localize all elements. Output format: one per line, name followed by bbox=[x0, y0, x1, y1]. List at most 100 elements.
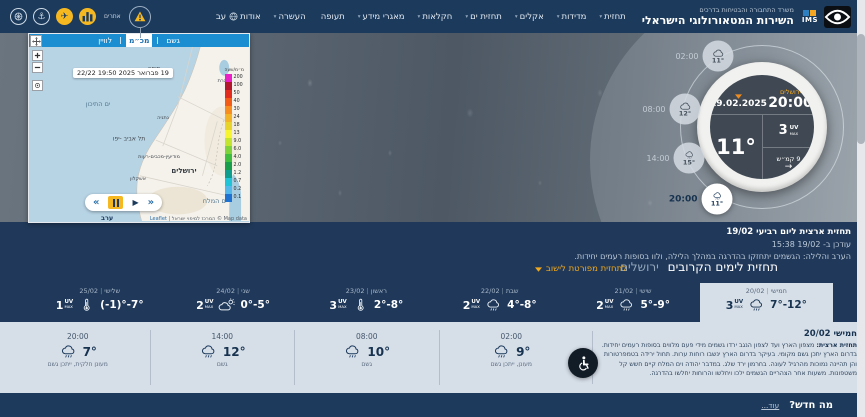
weather-icon bbox=[485, 298, 502, 312]
rain-cloud-icon bbox=[199, 344, 218, 359]
uv-value: 3 bbox=[779, 123, 788, 138]
radar-map-panel: גשם מכ״מ לוויין חיפה כנרת bbox=[28, 33, 250, 223]
leaflet-link[interactable]: Leaflet bbox=[150, 216, 167, 222]
zoom-out-button[interactable] bbox=[32, 62, 43, 73]
hour-bubble[interactable]: 02:00 11° bbox=[703, 41, 734, 72]
day-card-main: 3 UV MAX 2°-8° bbox=[329, 298, 403, 312]
data-chart-button[interactable] bbox=[79, 8, 96, 25]
accessibility-button[interactable] bbox=[568, 348, 598, 378]
clock-date: 19.02.2025 bbox=[710, 99, 767, 111]
day-card[interactable]: חמישי|20/02 3 UV MAX 7°-12° bbox=[700, 283, 833, 322]
forward-icon[interactable]: » bbox=[148, 198, 154, 208]
wind-readout: 9 קמ״ש → bbox=[763, 148, 814, 180]
hour-column[interactable]: 08:00 10° גשם bbox=[295, 330, 440, 385]
chevron-down-icon: ▾ bbox=[515, 14, 518, 20]
road-weather-button[interactable] bbox=[10, 8, 27, 25]
day-card[interactable]: שישי|21/02 2 UV MAX 5°-9° bbox=[566, 283, 699, 322]
marine-button[interactable]: ⚓ bbox=[33, 8, 50, 25]
scale-value: 0.7 bbox=[234, 180, 242, 185]
rain-cloud-icon bbox=[343, 344, 362, 359]
map-city-label: נתניה bbox=[157, 115, 169, 121]
scale-value: 6.0 bbox=[234, 148, 242, 153]
hour-column[interactable]: 02:00 9° מעונן, ייתכן גשם bbox=[440, 330, 584, 385]
uv-readout: 3 UV MAX bbox=[763, 115, 814, 148]
warning-triangle-icon bbox=[134, 11, 146, 22]
hour-time: 02:00 bbox=[500, 332, 522, 341]
map-canvas[interactable]: חיפה כנרת ים התיכון נתניה תל אביב -יפו מ… bbox=[29, 47, 249, 223]
tab-rain[interactable]: גשם bbox=[163, 34, 182, 47]
nav-item[interactable]: חקלאות ▾ bbox=[418, 12, 453, 22]
chevron-down-icon: ▾ bbox=[465, 14, 468, 20]
hour-column[interactable]: 14:00 12° גשם bbox=[151, 330, 296, 385]
nav-item[interactable]: תחזית ים ▾ bbox=[465, 12, 502, 22]
clock-date-col: 19.02.2025 bbox=[710, 75, 767, 114]
day-card[interactable]: שבת|22/02 2 UV MAX 4°-8° bbox=[433, 283, 566, 322]
aviation-button[interactable]: ✈ bbox=[56, 8, 73, 25]
hour-bubble[interactable]: 14:00 15° bbox=[674, 143, 705, 174]
zoom-in-button[interactable] bbox=[32, 50, 43, 61]
hour-label: 08:00 bbox=[642, 105, 665, 114]
ims-logo-text: IMS bbox=[802, 17, 818, 24]
scale-swatch bbox=[225, 130, 232, 138]
nav-item[interactable]: מאגרי מידע ▾ bbox=[358, 12, 405, 22]
ims-mark: IMS bbox=[802, 10, 818, 24]
nav-item[interactable]: אקלים ▾ bbox=[515, 12, 544, 22]
hourly-forecast-section: חמישי 20/02 תחזית ארצית: מצפון הארץ ועד … bbox=[0, 322, 865, 393]
scale-swatch bbox=[225, 154, 232, 162]
locate-button[interactable] bbox=[32, 80, 43, 91]
hour-time: 20:00 bbox=[67, 332, 89, 341]
temp-range: 4°-8° bbox=[507, 299, 536, 311]
scale-swatch bbox=[225, 98, 232, 106]
rewind-icon[interactable]: « bbox=[93, 198, 99, 208]
scale-value: 4.0 bbox=[234, 156, 242, 161]
scale-value: 200 bbox=[234, 76, 243, 81]
day-card-main: 1 UV MAX (-1)°-7° bbox=[56, 298, 144, 312]
scale-value: 18 bbox=[234, 124, 240, 129]
hour-label: 20:00 bbox=[669, 194, 698, 204]
ministry-name: משרד התחבורה והבטיחות בדרכים bbox=[642, 6, 794, 14]
day-card[interactable]: שלישי|25/02 1 UV MAX (-1)°-7° bbox=[33, 283, 166, 322]
temp-range: 2°-8° bbox=[374, 299, 403, 311]
uv-badge: 2 UV MAX bbox=[196, 300, 213, 311]
clock-widget: ירושלים 20:00 19.02.2025 3 UV bbox=[697, 62, 827, 192]
scale-value: 40 bbox=[234, 100, 240, 105]
hour-column[interactable]: 20:00 7° מעונן חלקית, ייתכן גשם bbox=[6, 330, 151, 385]
time-of-day-label: ערב bbox=[101, 214, 113, 222]
detailed-forecast-link[interactable]: לתחזית מפורטת לישוב bbox=[535, 264, 627, 274]
nav-item[interactable]: אודות bbox=[238, 12, 261, 22]
hour-label: 14:00 bbox=[646, 154, 669, 163]
nav-item[interactable]: תעופה bbox=[319, 12, 345, 22]
pan-icon[interactable] bbox=[30, 35, 42, 47]
day-card[interactable]: ראשון|23/02 3 UV MAX 2°-8° bbox=[300, 283, 433, 322]
scrollbar-thumb[interactable] bbox=[857, 34, 865, 144]
clock-city-time[interactable]: ירושלים 20:00 bbox=[767, 75, 814, 114]
uv-badge: 3 UV MAX bbox=[726, 300, 743, 311]
chevron-down-icon: ▾ bbox=[358, 14, 361, 20]
nav-item[interactable]: תחזית ▾ bbox=[599, 12, 625, 22]
day-card[interactable]: שני|24/02 2 UV MAX 0°-5° bbox=[166, 283, 299, 322]
weather-icon bbox=[352, 298, 369, 312]
temp-range: 5°-9° bbox=[640, 299, 669, 311]
tab-satellite[interactable]: לוויין bbox=[95, 34, 115, 47]
language-toggle[interactable]: עב bbox=[216, 12, 238, 22]
nav-item[interactable]: מדידות ▾ bbox=[557, 12, 587, 22]
day-card-header: שבת|22/02 bbox=[481, 287, 519, 295]
hour-bubble[interactable]: 20:00 11° bbox=[702, 184, 733, 215]
weather-warning-button[interactable] bbox=[129, 6, 151, 28]
nav-item[interactable]: העשרה ▾ bbox=[274, 12, 306, 22]
current-temperature: 11° bbox=[710, 115, 762, 179]
pause-icon[interactable] bbox=[108, 196, 123, 209]
national-forecast-block: חמישי 20/02 תחזית ארצית: מצפון הארץ ועד … bbox=[599, 329, 857, 379]
scale-stop: 50 bbox=[225, 90, 244, 98]
day-card-header: ראשון|23/02 bbox=[346, 287, 387, 295]
hour-bubble[interactable]: 08:00 12° bbox=[670, 94, 701, 125]
scale-stop: 9.0 bbox=[225, 138, 244, 146]
ims-brand[interactable]: IMS משרד התחבורה והבטיחות בדרכים השירות … bbox=[642, 6, 851, 28]
more-link[interactable]: עוד... bbox=[761, 401, 779, 410]
clock-top: ירושלים 20:00 19.02.2025 bbox=[710, 75, 814, 115]
scale-value: 50 bbox=[234, 92, 240, 97]
play-icon[interactable]: ▶ bbox=[132, 199, 138, 207]
scrollbar-track[interactable] bbox=[857, 0, 865, 417]
tab-divider bbox=[120, 37, 121, 44]
scale-stop: 30 bbox=[225, 106, 244, 114]
